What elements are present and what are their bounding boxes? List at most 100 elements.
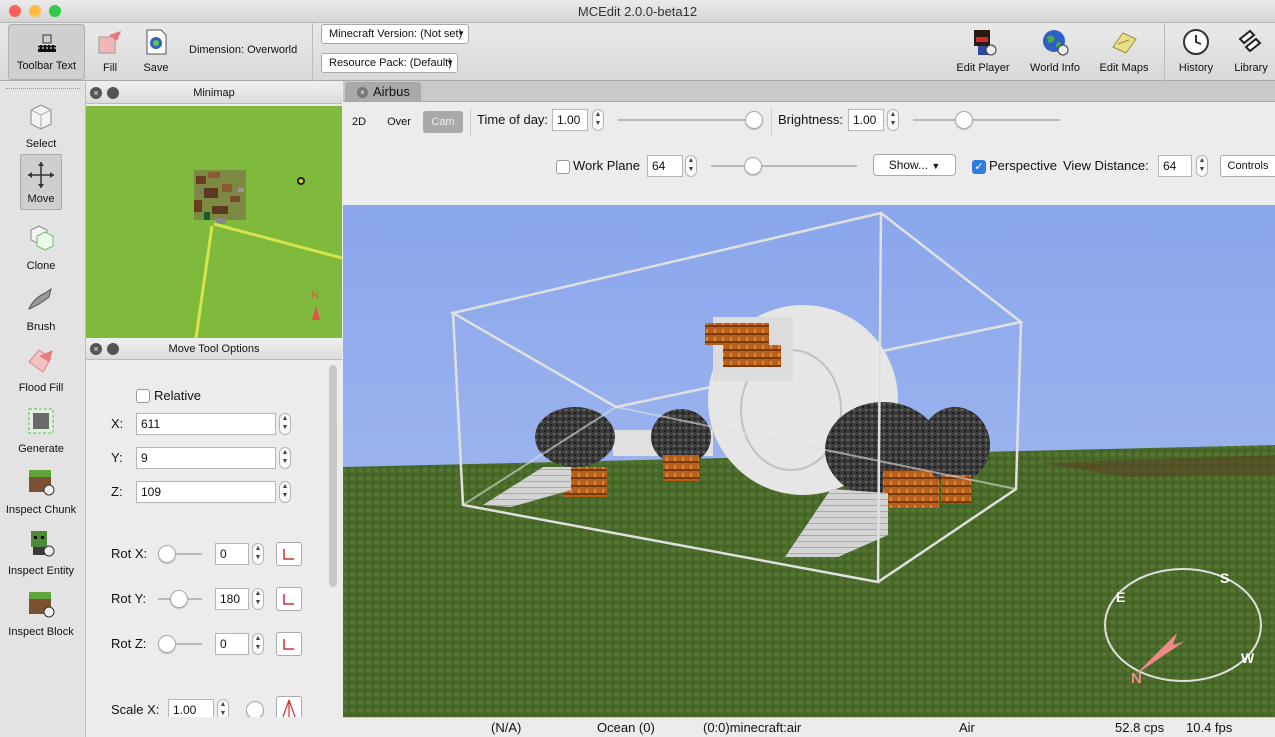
relative-label: Relative	[154, 388, 201, 403]
work-plane-input[interactable]: 64	[647, 155, 683, 177]
rot-x-slider-knob[interactable]	[158, 545, 176, 563]
z-input[interactable]: 109	[136, 481, 276, 503]
close-panel-icon[interactable]: ×	[90, 87, 102, 99]
rot-x-label: Rot X:	[111, 546, 148, 561]
view-distance-input[interactable]: 64	[1158, 155, 1192, 177]
scale-icon	[282, 699, 296, 717]
z-stepper[interactable]: ▲ ▼	[279, 481, 291, 503]
minimap-north-label: N	[311, 290, 318, 301]
work-plane-slider[interactable]	[711, 165, 857, 167]
save-button[interactable]: Save	[137, 23, 175, 81]
scene-canvas: E S W N	[343, 205, 1275, 717]
rot-x-stepper[interactable]: ▲ ▼	[252, 543, 264, 565]
edit-maps-button[interactable]: Edit Maps	[1095, 23, 1153, 81]
window-title: MCEdit 2.0.0-beta12	[577, 4, 698, 19]
rot-y-reset-button[interactable]	[276, 587, 302, 611]
clone-tool[interactable]: Clone	[0, 218, 82, 276]
view-distance-stepper[interactable]: ▲ ▼	[1196, 155, 1208, 177]
library-label: Library	[1234, 62, 1268, 74]
save-label: Save	[143, 62, 169, 74]
x-label: X:	[111, 416, 124, 431]
flood-fill-tool[interactable]: Flood Fill	[0, 340, 82, 398]
history-button[interactable]: History	[1172, 23, 1220, 81]
options-scrollbar[interactable]	[329, 365, 337, 587]
rot-y-slider-knob[interactable]	[170, 590, 188, 608]
view-mode-cam[interactable]: Cam	[423, 111, 463, 133]
rot-y-input[interactable]: 180	[215, 588, 249, 610]
time-of-day-stepper[interactable]: ▲ ▼	[592, 109, 604, 131]
clone-icon	[30, 225, 54, 251]
edit-player-label: Edit Player	[956, 62, 1010, 74]
flood-fill-icon	[28, 349, 53, 373]
close-tab-icon[interactable]: ×	[357, 87, 368, 98]
work-plane-stepper[interactable]: ▲ ▼	[685, 155, 697, 177]
inspect-entity-tool[interactable]: Inspect Entity	[0, 523, 82, 581]
library-icon	[1238, 29, 1262, 53]
view-mode-over[interactable]: Over	[381, 111, 417, 133]
brightness-label: Brightness:	[778, 112, 844, 127]
rot-z-reset-button[interactable]	[276, 632, 302, 656]
brush-tool[interactable]: Brush	[0, 279, 82, 337]
time-of-day-knob[interactable]	[745, 111, 763, 129]
move-tool[interactable]: Move	[20, 154, 62, 210]
history-label: History	[1178, 62, 1214, 74]
scale-x-reset-button[interactable]	[276, 696, 302, 717]
scale-x-input[interactable]: 1.00	[168, 699, 214, 717]
relative-checkbox[interactable]	[136, 389, 150, 403]
scale-x-stepper[interactable]: ▲ ▼	[217, 699, 229, 717]
select-tool[interactable]: Select	[0, 96, 82, 154]
generate-tool[interactable]: Generate	[0, 401, 82, 459]
world-info-button[interactable]: World Info	[1026, 23, 1084, 81]
inspect-chunk-tool[interactable]: Inspect Chunk	[0, 462, 82, 520]
main-toolbar: Toolbar Text Fill Save Dimension: Overwo…	[0, 23, 1275, 81]
move-arrows-icon	[28, 162, 54, 188]
work-plane-checkbox[interactable]	[556, 160, 570, 174]
brightness-knob[interactable]	[955, 111, 973, 129]
mc-version-select[interactable]: Minecraft Version: (Not set) ▼	[321, 24, 469, 44]
brightness-input[interactable]: 1.00	[848, 109, 884, 131]
zoom-window-button[interactable]	[49, 5, 61, 17]
x-input[interactable]: 611	[136, 413, 276, 435]
controls-button[interactable]: Controls	[1220, 155, 1275, 177]
fill-button[interactable]: Fill	[92, 23, 128, 81]
status-position: (N/A)	[491, 720, 522, 735]
block-icon	[29, 592, 55, 618]
float-panel-icon[interactable]	[107, 87, 119, 99]
rot-z-input[interactable]: 0	[215, 633, 249, 655]
inspect-block-tool[interactable]: Inspect Block	[0, 584, 82, 642]
scale-x-slider-knob[interactable]	[246, 701, 264, 717]
close-panel-icon[interactable]: ×	[90, 343, 102, 355]
rot-z-slider-knob[interactable]	[158, 635, 176, 653]
compass-s-label: S	[1220, 570, 1229, 586]
rot-x-reset-button[interactable]	[276, 542, 302, 566]
rot-x-input[interactable]: 0	[215, 543, 249, 565]
brightness-slider[interactable]	[913, 119, 1060, 121]
perspective-checkbox[interactable]: ✓	[972, 160, 986, 174]
float-panel-icon[interactable]	[107, 343, 119, 355]
view-mode-2d[interactable]: 2D	[346, 111, 372, 133]
minimap-view[interactable]: N	[86, 106, 342, 338]
resource-pack-select[interactable]: Resource Pack: (Default) ▼	[321, 53, 458, 73]
tab-airbus[interactable]: × Airbus	[345, 82, 421, 102]
show-menu-button[interactable]: Show... ▼	[873, 154, 956, 176]
rot-z-label: Rot Z:	[111, 636, 147, 651]
left-status-area	[86, 717, 343, 737]
time-of-day-label: Time of day:	[477, 112, 549, 127]
minimize-window-button[interactable]	[29, 5, 41, 17]
rot-y-stepper[interactable]: ▲ ▼	[252, 588, 264, 610]
y-input[interactable]: 9	[136, 447, 276, 469]
edit-player-button[interactable]: Edit Player	[953, 23, 1013, 81]
rot-z-stepper[interactable]: ▲ ▼	[252, 633, 264, 655]
select-label: Select	[25, 138, 57, 150]
x-stepper[interactable]: ▲ ▼	[279, 413, 291, 435]
toolbar-text-button[interactable]: Toolbar Text	[8, 24, 85, 80]
move-label: Move	[27, 193, 55, 205]
time-of-day-slider[interactable]	[618, 119, 763, 121]
3d-viewport[interactable]: E S W N	[343, 205, 1275, 717]
brightness-stepper[interactable]: ▲ ▼	[887, 109, 899, 131]
time-of-day-input[interactable]: 1.00	[552, 109, 588, 131]
y-stepper[interactable]: ▲ ▼	[279, 447, 291, 469]
work-plane-knob[interactable]	[744, 157, 762, 175]
close-window-button[interactable]	[9, 5, 21, 17]
library-button[interactable]: Library	[1228, 23, 1274, 81]
